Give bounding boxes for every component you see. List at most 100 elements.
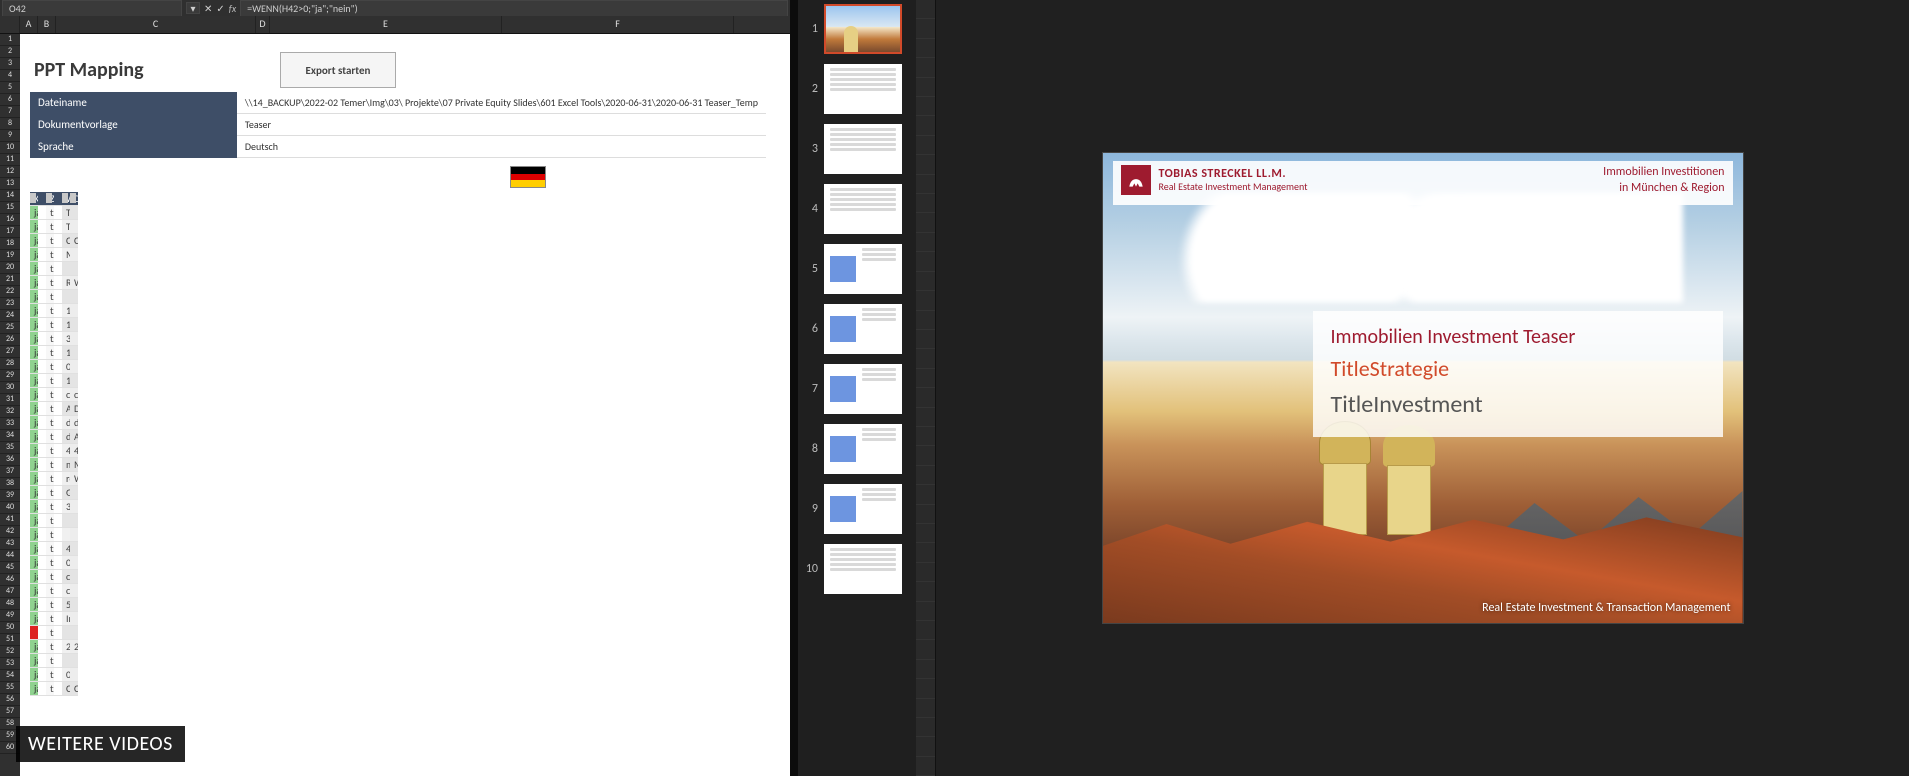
table-row[interactable]: jatxtErwerbsartdirect acquisitiondirekte… — [30, 416, 78, 430]
cell-fieldname[interactable]: txtHaltedauer — [46, 388, 54, 402]
table-row[interactable]: jatxtNutzungsartresidentialWohnen — [30, 472, 78, 486]
cell-status[interactable]: ja — [30, 584, 38, 598]
col-header-a[interactable]: A — [20, 16, 38, 33]
cell-value-en[interactable] — [62, 290, 70, 304]
cell-fieldname[interactable]: txtAnlagebild — [46, 654, 54, 668]
cell-status[interactable]: ja — [30, 640, 38, 654]
slide-thumbnail[interactable] — [824, 4, 902, 54]
table-row[interactable]: jatxtFläche385 m² — [30, 500, 78, 514]
cell-value-de[interactable] — [70, 528, 78, 542]
cell-value-en[interactable]: 0,26 Ja / 1,6% — [62, 668, 70, 682]
tbl-header-de[interactable]: DE — [70, 192, 78, 206]
row-header[interactable]: 25 — [0, 322, 20, 334]
meta-value[interactable]: Deutsch — [237, 136, 766, 158]
table-row[interactable]: jatxtHaltedauerca. 10 yearsca. 10 Jahre — [30, 388, 78, 402]
table-row[interactable]: jatxtEigenkapital1.990.000 — [30, 304, 78, 318]
slide-thumbnail-row[interactable]: 5 — [804, 244, 910, 294]
slide-thumbnail[interactable] — [824, 184, 902, 234]
row-header[interactable]: 52 — [0, 646, 20, 658]
cancel-icon[interactable]: ✕ — [204, 2, 212, 15]
cell-value-en[interactable]: Multi-family apartment building in the e… — [62, 248, 70, 262]
cell-value-en[interactable]: The investment offers a conservative app… — [62, 220, 70, 234]
cell-status[interactable]: ja — [30, 220, 38, 234]
cell-status[interactable]: ja — [30, 556, 38, 570]
table-row[interactable]: jatxtFaktor — [30, 528, 78, 542]
cell-value-en[interactable]: Core — [62, 682, 70, 696]
cell-status[interactable]: ja — [30, 360, 38, 374]
table-row[interactable]: jatxtLeerstand0,0% — [30, 556, 78, 570]
cell-status[interactable]: ja — [30, 388, 38, 402]
row-header[interactable]: 51 — [0, 634, 20, 646]
cell-value-de[interactable]: 2003 — [70, 640, 78, 654]
table-row[interactable]: jatxtTransaction — [30, 290, 78, 304]
cell-value-de[interactable]: Core — [70, 682, 78, 696]
cell-value-de[interactable] — [70, 598, 78, 612]
table-row[interactable]: jatxtKaufpreis3.400.000 — [30, 332, 78, 346]
table-row[interactable]: ja txtAnlagebild — [30, 654, 78, 668]
row-header[interactable]: 55 — [0, 682, 20, 694]
tbl-header-field[interactable]: Zellenbereich — [46, 192, 54, 206]
window-divider[interactable] — [790, 0, 798, 776]
cell-value-de[interactable] — [70, 654, 78, 668]
cell-value-de[interactable] — [70, 668, 78, 682]
slide-thumbnail[interactable] — [824, 64, 902, 114]
fx-icon[interactable]: fx — [229, 2, 236, 15]
row-header[interactable]: 16 — [0, 214, 20, 226]
slide-thumbnail[interactable] — [824, 124, 902, 174]
cell-status[interactable]: ja — [30, 612, 38, 626]
cell-value-de[interactable] — [70, 206, 78, 220]
cell-value-de[interactable]: Mehrfamilienhaus — [70, 458, 78, 472]
row-header[interactable]: 29 — [0, 370, 20, 382]
row-header[interactable]: 31 — [0, 394, 20, 406]
cell-value-en[interactable]: 0,0% — [62, 556, 70, 570]
table-row[interactable]: jatxtParkplätze — [30, 514, 78, 528]
cell-value-de[interactable]: Abhängig von der Investitionsstruktur — [70, 430, 78, 444]
row-header[interactable]: 11 — [0, 154, 20, 166]
table-row[interactable]: jatxtNettomieterlöse_paca. EUR 128.640 — [30, 570, 78, 584]
cell-fieldname[interactable]: txtZustand — [46, 668, 54, 682]
table-row[interactable]: jatxtErbbaurecht/WEGInvestor calculated … — [30, 612, 78, 626]
row-header[interactable]: 50 — [0, 622, 20, 634]
cell-fieldname[interactable]: txtTitleInvestment — [46, 248, 54, 262]
slide-thumbnail[interactable] — [824, 244, 902, 294]
cell-value-de[interactable] — [70, 220, 78, 234]
slide-thumbnail-row[interactable]: 2 — [804, 64, 910, 114]
cell-value-de[interactable] — [70, 346, 78, 360]
table-row[interactable]: jatxtZustand0,26 Ja / 1,6% — [30, 668, 78, 682]
cell-value-de[interactable] — [70, 486, 78, 500]
cell-value-en[interactable]: Investor calculated approach of EUR 28.0… — [62, 612, 70, 626]
table-row[interactable]: jatxtAnfangsrendite(NetYield)4,6 yrs. (e… — [30, 542, 78, 556]
cell-fieldname[interactable]: txtParkplätze — [46, 514, 54, 528]
table-row[interactable]: txtCashflow — [30, 626, 78, 640]
row-header[interactable]: 47 — [0, 586, 20, 598]
cell-status[interactable]: ja — [30, 654, 38, 668]
col-header-b[interactable]: B — [38, 16, 56, 33]
cell-fieldname[interactable]: txtStandort — [46, 486, 54, 500]
cell-value-en[interactable]: Core — [62, 234, 70, 248]
cell-status[interactable]: ja — [30, 486, 38, 500]
table-row[interactable]: jatxtCashOnCash1,1% p.a. (incl. Jahre) — [30, 346, 78, 360]
cell-value-de[interactable] — [70, 570, 78, 584]
row-header[interactable]: 30 — [0, 382, 20, 394]
cell-status[interactable]: ja — [30, 290, 38, 304]
table-row[interactable]: jatxtInvestmentObjective — [30, 262, 78, 276]
cell-value-de[interactable] — [70, 332, 78, 346]
row-header[interactable]: 34 — [0, 430, 20, 442]
row-header[interactable]: 44 — [0, 550, 20, 562]
row-header[interactable]: 13 — [0, 178, 20, 190]
cell-fieldname[interactable]: txtNutzungsart — [46, 472, 54, 486]
cell-status[interactable]: ja — [30, 206, 38, 220]
row-header[interactable]: 28 — [0, 358, 20, 370]
col-header-d[interactable]: D — [256, 16, 270, 33]
cell-value-de[interactable]: Direkte Beteiligung — [70, 402, 78, 416]
row-header[interactable]: 57 — [0, 706, 20, 718]
cell-value-de[interactable] — [70, 374, 78, 388]
cell-status[interactable]: ja — [30, 276, 38, 290]
row-header[interactable]: 19 — [0, 250, 20, 262]
slide-thumbnail[interactable] — [824, 484, 902, 534]
row-header[interactable]: 5 — [0, 82, 20, 94]
cell-value-de[interactable]: 40,0% Fremdkapital — [70, 444, 78, 458]
row-header[interactable]: 42 — [0, 526, 20, 538]
cell-value-de[interactable] — [70, 542, 78, 556]
title-box[interactable]: Immobilien Investment Teaser TitleStrate… — [1313, 311, 1723, 437]
